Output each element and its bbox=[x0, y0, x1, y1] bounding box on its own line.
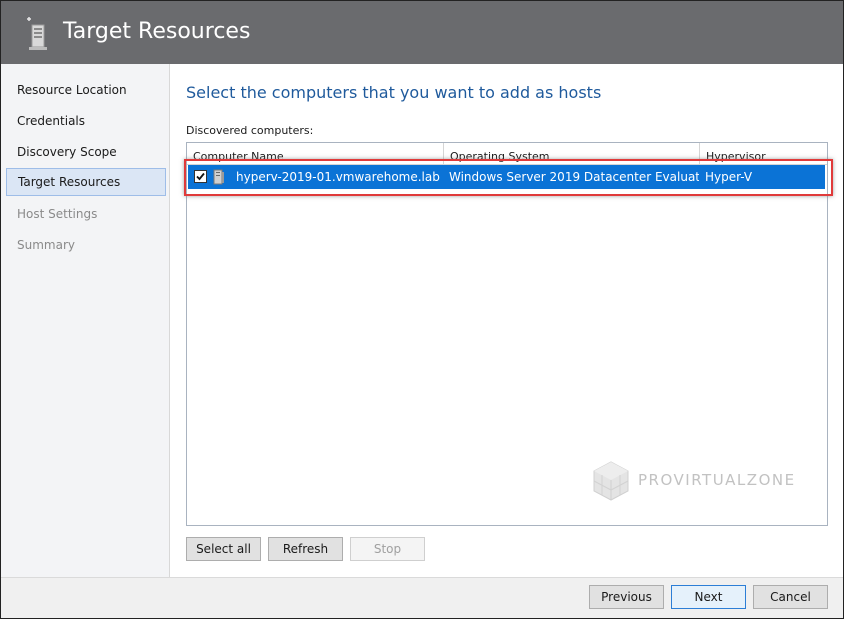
sidebar-item-discovery-scope[interactable]: Discovery Scope bbox=[6, 138, 166, 166]
cell-computer-name: hyperv-2019-01.vmwarehome.lab bbox=[236, 170, 440, 184]
wizard-header: Target Resources bbox=[1, 1, 843, 64]
table-row[interactable]: hyperv-2019-01.vmwarehome.lab Windows Se… bbox=[188, 165, 825, 189]
stop-button: Stop bbox=[350, 537, 425, 561]
column-header-computer-name[interactable]: Computer Name bbox=[187, 143, 444, 164]
cell-operating-system: Windows Server 2019 Datacenter Evaluatio… bbox=[449, 170, 699, 184]
discovered-computers-label: Discovered computers: bbox=[186, 124, 314, 137]
wizard-sidebar: Resource Location Credentials Discovery … bbox=[1, 64, 170, 577]
select-all-button[interactable]: Select all bbox=[186, 537, 261, 561]
sidebar-item-summary: Summary bbox=[17, 238, 75, 252]
grid-header: Computer Name Operating System Hyperviso… bbox=[187, 143, 827, 165]
wizard-window: Target Resources Resource Location Crede… bbox=[0, 0, 844, 619]
column-header-hypervisor[interactable]: Hypervisor bbox=[700, 143, 827, 164]
cancel-button[interactable]: Cancel bbox=[753, 585, 828, 609]
cube-logo-icon bbox=[593, 461, 629, 501]
page-title: Target Resources bbox=[63, 19, 251, 44]
server-icon bbox=[213, 169, 225, 185]
next-button[interactable]: Next bbox=[671, 585, 746, 609]
server-wizard-icon bbox=[23, 15, 49, 51]
refresh-button[interactable]: Refresh bbox=[268, 537, 343, 561]
row-checkbox[interactable] bbox=[194, 170, 207, 183]
sidebar-item-host-settings: Host Settings bbox=[17, 207, 98, 221]
previous-button[interactable]: Previous bbox=[589, 585, 664, 609]
watermark-text: PROVIRTUALZONE bbox=[638, 471, 796, 489]
wizard-footer: Previous Next Cancel bbox=[1, 577, 843, 618]
main-panel: Select the computers that you want to ad… bbox=[170, 64, 843, 577]
sidebar-item-credentials[interactable]: Credentials bbox=[6, 107, 166, 135]
sidebar-item-target-resources[interactable]: Target Resources bbox=[6, 168, 166, 196]
column-header-operating-system[interactable]: Operating System bbox=[444, 143, 700, 164]
instruction-heading: Select the computers that you want to ad… bbox=[186, 83, 602, 102]
checkmark-icon bbox=[196, 172, 205, 181]
watermark: PROVIRTUALZONE bbox=[591, 460, 796, 502]
sidebar-item-resource-location[interactable]: Resource Location bbox=[6, 76, 166, 104]
cell-hypervisor: Hyper-V bbox=[705, 170, 753, 184]
